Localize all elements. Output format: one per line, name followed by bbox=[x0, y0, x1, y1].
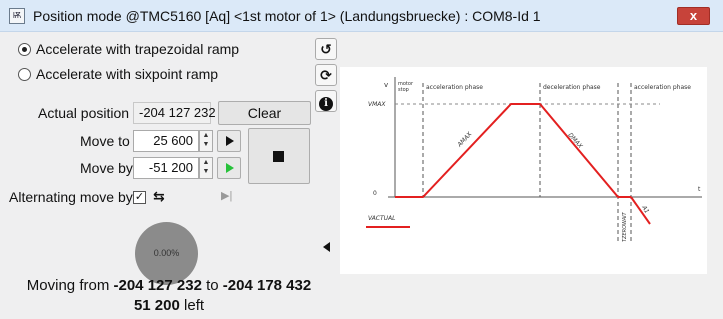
status-remaining: 51 200 bbox=[133, 297, 180, 314]
move-by-play-button[interactable] bbox=[217, 157, 241, 179]
move-to-stepper[interactable]: ▲ ▼ bbox=[199, 130, 213, 152]
accel-phase2-label: acceleration phase bbox=[634, 84, 691, 91]
move-by-stepper[interactable]: ▲ ▼ bbox=[199, 157, 213, 179]
vmax-label: VMAX bbox=[368, 101, 386, 108]
status-to: -204 178 432 bbox=[222, 277, 312, 294]
collapse-arrow-icon[interactable] bbox=[323, 242, 330, 252]
motor-stop-label-2: stop bbox=[398, 87, 409, 93]
vactual-label: VACTUAL bbox=[368, 215, 396, 222]
radio-dot[interactable] bbox=[18, 67, 31, 81]
stepper-down-icon[interactable]: ▼ bbox=[203, 141, 210, 148]
actual-position-value: -204 127 232 bbox=[133, 102, 216, 124]
tzerowait-label: TZEROWAIT bbox=[622, 211, 628, 242]
alternating-checkbox[interactable]: ✓ bbox=[133, 191, 146, 204]
ramp-diagram: v motor stop acceleration phase decelera… bbox=[340, 67, 707, 274]
refresh-icon: ⟳ bbox=[320, 67, 332, 83]
stepper-up-icon[interactable]: ▲ bbox=[203, 132, 210, 139]
refresh-button[interactable]: ⟳ bbox=[315, 64, 337, 86]
stop-icon bbox=[273, 151, 284, 162]
radio-dot-selected[interactable] bbox=[18, 42, 31, 56]
undo-icon: ↺ bbox=[320, 41, 332, 57]
clear-button[interactable]: Clear bbox=[218, 101, 311, 125]
status-from: -204 127 232 bbox=[113, 277, 202, 294]
status-prefix: Moving from bbox=[26, 277, 110, 294]
app-icon: Ѭ bbox=[9, 8, 25, 24]
radio-trapezoidal[interactable]: Accelerate with trapezoidal ramp bbox=[18, 40, 239, 58]
info-icon: i bbox=[319, 97, 333, 111]
radio-sixpoint[interactable]: Accelerate with sixpoint ramp bbox=[18, 65, 218, 83]
accel-phase-label: acceleration phase bbox=[426, 84, 483, 91]
play-green-icon bbox=[226, 163, 234, 173]
move-by-input[interactable]: -51 200 bbox=[133, 157, 199, 179]
alternating-label: Alternating move by bbox=[9, 189, 133, 205]
status-to-word: to bbox=[206, 277, 219, 294]
decel-phase-label: deceleration phase bbox=[543, 84, 601, 91]
swap-icon[interactable]: ⇆ bbox=[153, 188, 165, 205]
status-suffix: left bbox=[184, 297, 205, 314]
stepper-up-icon[interactable]: ▲ bbox=[203, 159, 210, 166]
move-to-label: Move to bbox=[80, 133, 130, 149]
move-to-play-button[interactable] bbox=[217, 130, 241, 152]
move-status: Moving from -204 127 232 to -204 178 432… bbox=[9, 276, 329, 316]
play-icon bbox=[226, 136, 234, 146]
move-to-input[interactable]: 25 600 bbox=[133, 130, 199, 152]
stepper-down-icon[interactable]: ▼ bbox=[203, 168, 210, 175]
radio-trapezoidal-label: Accelerate with trapezoidal ramp bbox=[36, 41, 240, 57]
window-title: Position mode @TMC5160 [Aq] <1st motor o… bbox=[33, 8, 541, 24]
skip-icon[interactable]: ▶| bbox=[221, 189, 232, 202]
undo-button[interactable]: ↺ bbox=[315, 38, 337, 60]
v-axis-label: v bbox=[384, 81, 388, 89]
ramp-diagram-panel: v motor stop acceleration phase decelera… bbox=[340, 32, 723, 319]
info-button[interactable]: i bbox=[315, 90, 337, 112]
actual-position-label: Actual position bbox=[38, 105, 130, 121]
stop-button[interactable] bbox=[248, 128, 310, 184]
move-by-label: Move by bbox=[80, 160, 133, 176]
close-button[interactable]: x bbox=[677, 7, 710, 25]
zero-label: 0 bbox=[373, 190, 377, 197]
title-bar: Ѭ Position mode @TMC5160 [Aq] <1st motor… bbox=[0, 0, 723, 32]
radio-sixpoint-label: Accelerate with sixpoint ramp bbox=[36, 66, 219, 82]
